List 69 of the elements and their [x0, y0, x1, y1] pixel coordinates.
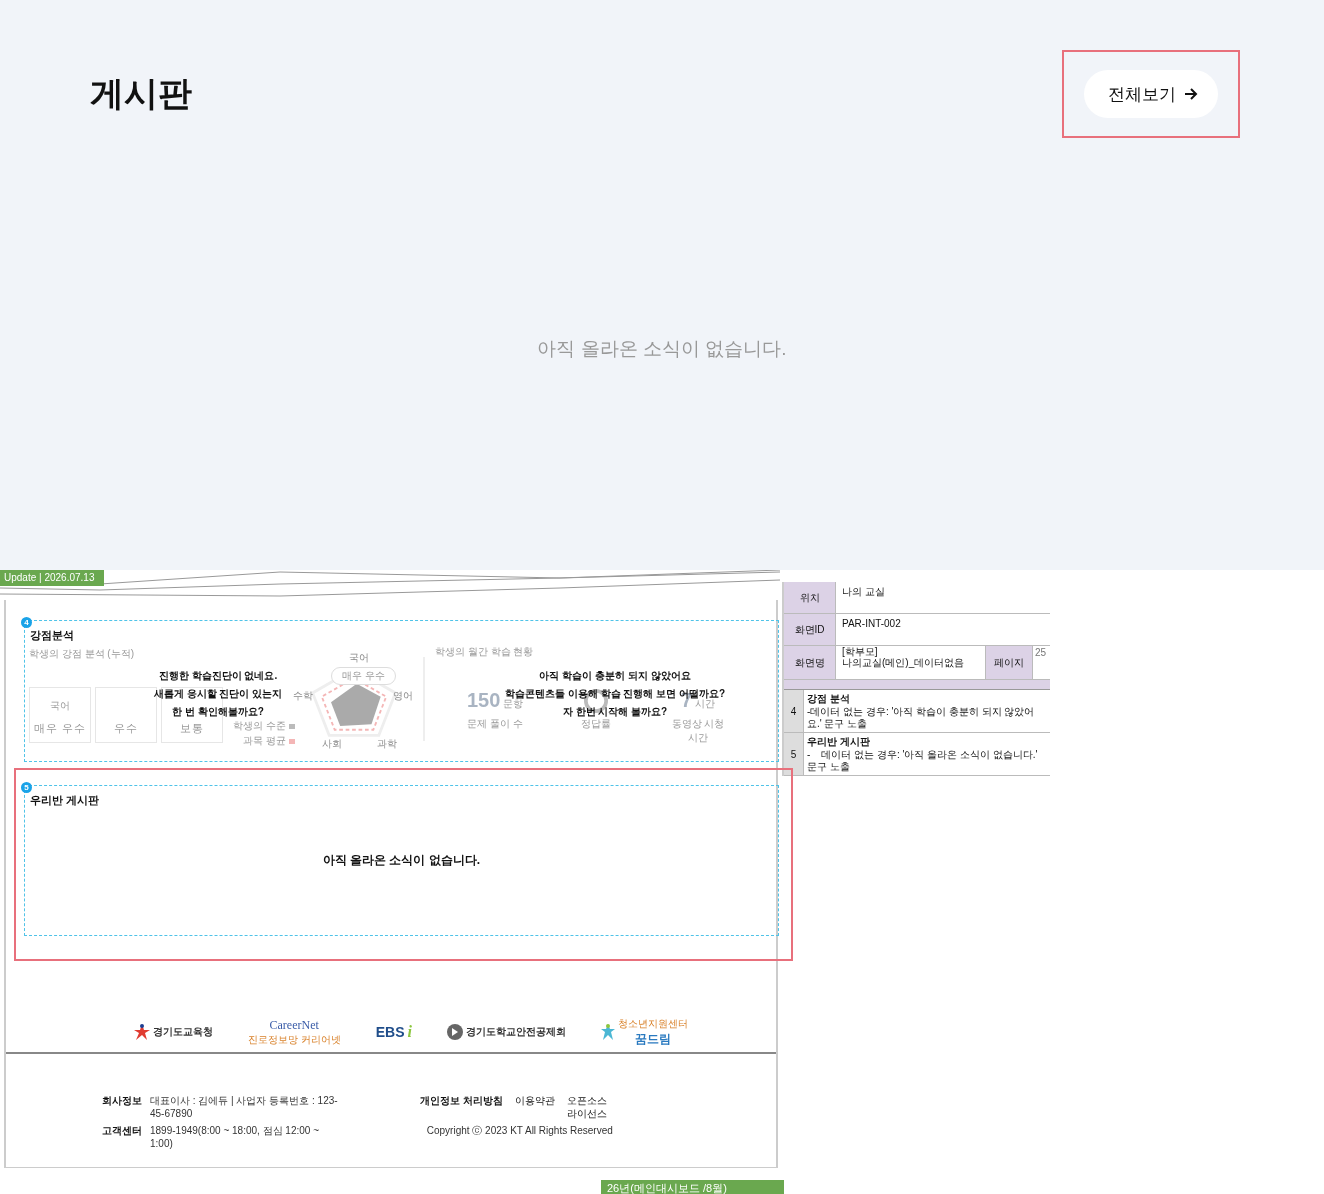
partner-logo-text: EBS	[375, 1024, 405, 1040]
card-value: 보통	[180, 721, 204, 736]
footer-label: 고객센터	[102, 1124, 143, 1138]
stat-value: 150	[467, 689, 501, 712]
notice-message: 진행한 학습진단이 없네요.	[158, 669, 278, 682]
stat-label: 문제 풀이 수	[467, 717, 523, 731]
arrow-right-icon	[1184, 88, 1198, 100]
partner-logo-text: 경기도교육청	[152, 1025, 213, 1039]
section-number-badge: 4	[21, 617, 32, 628]
section-number-badge: 5	[21, 782, 32, 793]
table-label-cell: 페이지	[985, 646, 1033, 679]
section-title: 우리반 게시판	[30, 793, 100, 808]
card-value: 우수	[114, 721, 138, 736]
footer-text: 1899-1949(8:00 ~ 18:00, 점심 12:00 ~ 1:00)	[150, 1124, 320, 1150]
table-label-cell: 위치	[784, 582, 836, 613]
footer-text: 대표이사 : 김에듀 | 사업자 등록번호 : 123-45-67890	[150, 1094, 339, 1120]
grade-badge: 매우 우수	[331, 667, 396, 685]
radar-axis-label: 과학	[377, 737, 397, 751]
notice-message: 아직 학습이 충분히 되지 않았어요	[539, 669, 691, 682]
table-cell: 5	[784, 733, 804, 775]
section-title: 강점분석	[30, 628, 74, 643]
notice-message: 자 한번 시작해 볼까요?	[562, 705, 668, 718]
table-cell-text: PAR-INT-002	[841, 617, 902, 631]
radar-axis-label: 수학	[293, 689, 313, 703]
table-cell-text: [학부모] 나의교실(메인)_데이터없음	[841, 646, 966, 670]
circle-logo-icon	[447, 1024, 464, 1040]
page-tag: 26년(메인대시보드 /8월)	[601, 1180, 784, 1194]
view-all-button[interactable]: 전체보기	[1084, 70, 1218, 118]
radar-axis-label: 국어	[349, 651, 369, 665]
update-tag: Update | 2026.07.13	[0, 570, 105, 586]
stat-unit: 시간	[695, 698, 716, 711]
chart-subtitle: 학생의 강점 분석 (누적)	[29, 647, 134, 661]
legend-label: 과목 평균	[243, 734, 286, 748]
star-person-icon	[601, 1023, 616, 1041]
legend-label: 학생의 수준	[233, 719, 286, 733]
partner-logo-text: 꿈드림	[635, 1030, 672, 1048]
partner-logo-subtitle: 진로정보망 커리어넷	[247, 1032, 341, 1047]
card-value: 매우 우수	[33, 721, 87, 736]
partner-logo-mark: i	[407, 1023, 412, 1041]
table-cell-text: 나의 교실	[841, 585, 886, 599]
copyright-text: Copyright ⓒ 2023 KT All Rights Reserved	[426, 1124, 613, 1138]
partner-logo-text: CareerNet	[269, 1017, 319, 1033]
notice-message: 새롭게 응시할 진단이 있는지	[153, 687, 283, 700]
description-text: -데이터 없는 경우: '아직 학습이 충분히 되지 않았어요.' 문구 노출	[807, 706, 1036, 730]
description-title: 우리반 게시판	[807, 735, 871, 749]
card-label: 국어	[50, 699, 70, 713]
table-label-cell: 화면명	[784, 646, 836, 679]
description-title: 강점 분석	[807, 692, 851, 706]
footer-link[interactable]: 개인정보 처리방침	[420, 1094, 503, 1120]
footer-link[interactable]: 이용약관	[514, 1094, 555, 1120]
partner-logo-text: 경기도학교안전공제회	[466, 1025, 567, 1039]
table-label-cell: 화면ID	[784, 614, 836, 645]
notice-message: 한 번 확인해볼까요?	[172, 705, 264, 718]
empty-message: 아직 올라온 소식이 없습니다.	[321, 852, 482, 869]
radar-axis-label: 사회	[322, 737, 342, 751]
partner-logo-subtitle: 청소년지원센터	[618, 1016, 689, 1031]
stat-unit: 문항	[503, 698, 524, 711]
footer-link[interactable]: 오픈소스 라이선스	[566, 1094, 613, 1120]
empty-message: 아직 올라온 소식이 없습니다.	[536, 337, 788, 361]
radar-axis-label: 영어	[393, 689, 413, 703]
table-cell-text: 25	[1034, 646, 1048, 660]
chart-subtitle: 학생의 월간 학습 현황	[435, 645, 534, 659]
page-title: 게시판	[90, 73, 192, 114]
footer-label: 회사정보	[102, 1094, 143, 1108]
table-cell: 4	[784, 690, 804, 732]
description-text: - 데이터 없는 경우: '아직 올라온 소식이 없습니다.' 문구 노출	[807, 749, 1039, 773]
stat-label: 동영상 시청 시간	[670, 717, 726, 745]
star-person-icon	[133, 1023, 150, 1041]
stat-label: 정답률	[580, 717, 611, 731]
